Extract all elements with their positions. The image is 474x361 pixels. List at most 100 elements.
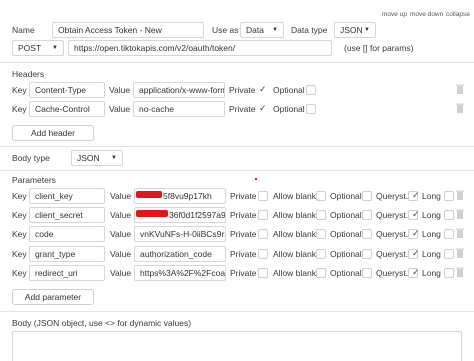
header-value-input[interactable]: no-cache xyxy=(133,101,225,117)
header-key-label: Key xyxy=(12,104,27,114)
url-input[interactable]: https://open.tiktokapis.com/v2/oauth/tok… xyxy=(68,40,332,56)
call-name-input[interactable]: Obtain Access Token - New xyxy=(52,22,204,38)
private-checkbox[interactable] xyxy=(258,191,268,201)
allow-blank-checkbox[interactable] xyxy=(316,268,326,278)
optional-checkbox[interactable] xyxy=(362,191,372,201)
checkmark-icon[interactable]: ✓ xyxy=(259,84,267,94)
body-label: Body (JSON object, use <> for dynamic va… xyxy=(12,318,192,328)
long-checkbox[interactable] xyxy=(444,229,454,239)
param-key-input[interactable]: redirect_uri xyxy=(29,265,105,281)
header-value-label: Value xyxy=(109,104,131,114)
optional-checkbox[interactable] xyxy=(362,229,372,239)
chevron-down-icon: ▼ xyxy=(111,155,117,161)
checkmark-icon[interactable]: ✓ xyxy=(412,190,420,200)
optional-label: Optional xyxy=(330,249,362,259)
body-json-textarea[interactable] xyxy=(12,331,462,361)
redaction-mark xyxy=(136,191,162,198)
allow-blank-checkbox[interactable] xyxy=(316,191,326,201)
checkmark-icon[interactable]: ✓ xyxy=(412,267,420,277)
param-value-label: Value xyxy=(110,229,132,239)
collapse-link[interactable]: collapse xyxy=(446,11,470,18)
param-value-label: Value xyxy=(110,268,132,278)
param-key-label: Key xyxy=(12,191,27,201)
body-type-label: Body type xyxy=(12,153,50,163)
trash-icon[interactable] xyxy=(456,190,464,200)
use-as-select[interactable]: Data ▼ xyxy=(240,22,284,38)
header-value-input[interactable]: application/x-www-form- xyxy=(133,82,225,98)
param-key-input[interactable]: grant_type xyxy=(29,246,105,262)
trash-icon[interactable] xyxy=(456,248,464,258)
param-value-input[interactable]: authorization_code xyxy=(134,246,226,262)
use-as-label: Use as xyxy=(212,25,239,35)
allow-blank-label: Allow blank xyxy=(273,249,316,259)
private-checkbox[interactable] xyxy=(258,210,268,220)
optional-label: Optional xyxy=(330,229,362,239)
optional-label: Optional xyxy=(273,85,305,95)
private-checkbox[interactable] xyxy=(258,268,268,278)
body-type-value: JSON xyxy=(77,153,100,163)
optional-label: Optional xyxy=(330,268,362,278)
param-key-input[interactable]: client_key xyxy=(29,188,105,204)
querystring-label: Queryst. xyxy=(376,249,409,259)
allow-blank-checkbox[interactable] xyxy=(316,249,326,259)
move-down-link[interactable]: move down xyxy=(410,11,443,18)
allow-blank-checkbox[interactable] xyxy=(316,229,326,239)
querystring-label: Queryst. xyxy=(376,268,409,278)
move-up-link[interactable]: move up xyxy=(382,11,407,18)
param-value-label: Value xyxy=(110,191,132,201)
checkmark-icon[interactable]: ✓ xyxy=(259,103,267,113)
param-key-input[interactable]: client_secret xyxy=(29,207,105,223)
querystring-label: Queryst. xyxy=(376,210,409,220)
checkmark-icon[interactable]: ✓ xyxy=(412,248,420,258)
allow-blank-label: Allow blank xyxy=(273,210,316,220)
data-type-value: JSON xyxy=(340,25,363,35)
http-method-select[interactable]: POST ▼ xyxy=(12,40,64,56)
checkmark-icon[interactable]: ✓ xyxy=(412,209,420,219)
long-checkbox[interactable] xyxy=(444,191,454,201)
optional-checkbox[interactable] xyxy=(362,268,372,278)
optional-checkbox[interactable] xyxy=(362,210,372,220)
url-hint: (use [] for params) xyxy=(344,43,414,53)
private-checkbox[interactable] xyxy=(258,249,268,259)
trash-icon[interactable] xyxy=(456,228,464,238)
private-label: Private xyxy=(230,191,257,201)
parameters-title: Parameters xyxy=(12,175,56,185)
redaction-mark xyxy=(136,210,168,217)
trash-icon[interactable] xyxy=(456,267,464,277)
allow-blank-checkbox[interactable] xyxy=(316,210,326,220)
param-value-label: Value xyxy=(110,210,132,220)
long-label: Long xyxy=(422,210,441,220)
private-label: Private xyxy=(230,268,257,278)
param-key-label: Key xyxy=(12,268,27,278)
optional-checkbox[interactable] xyxy=(306,104,316,114)
param-value-label: Value xyxy=(110,249,132,259)
private-checkbox[interactable] xyxy=(258,229,268,239)
chevron-down-icon: ▼ xyxy=(52,45,58,51)
body-type-select[interactable]: JSON ▼ xyxy=(71,150,123,166)
http-method-value: POST xyxy=(18,43,42,53)
checkmark-icon[interactable]: ✓ xyxy=(412,228,420,238)
param-key-label: Key xyxy=(12,249,27,259)
long-checkbox[interactable] xyxy=(444,249,454,259)
optional-checkbox[interactable] xyxy=(306,85,316,95)
long-checkbox[interactable] xyxy=(444,268,454,278)
data-type-select[interactable]: JSON ▼ xyxy=(334,22,376,38)
header-key-input[interactable]: Content-Type xyxy=(29,82,105,98)
trash-icon[interactable] xyxy=(456,103,464,113)
header-key-input[interactable]: Cache-Control xyxy=(29,101,105,117)
param-value-input[interactable]: https%3A%2F%2Fcoa.cha xyxy=(134,265,226,281)
long-label: Long xyxy=(422,229,441,239)
use-as-value: Data xyxy=(246,25,264,35)
add-parameter-button[interactable]: Add parameter xyxy=(12,289,94,305)
optional-checkbox[interactable] xyxy=(362,249,372,259)
section-divider xyxy=(0,311,474,312)
trash-icon[interactable] xyxy=(456,84,464,94)
querystring-label: Queryst. xyxy=(376,229,409,239)
long-checkbox[interactable] xyxy=(444,210,454,220)
param-key-input[interactable]: code xyxy=(29,226,105,242)
trash-icon[interactable] xyxy=(456,209,464,219)
param-value-input[interactable]: vnKVuNFs-H-0iiBCs9rS6w xyxy=(134,226,226,242)
add-header-button[interactable]: Add header xyxy=(12,125,94,141)
private-label: Private xyxy=(229,104,256,114)
headers-title: Headers xyxy=(12,69,45,79)
